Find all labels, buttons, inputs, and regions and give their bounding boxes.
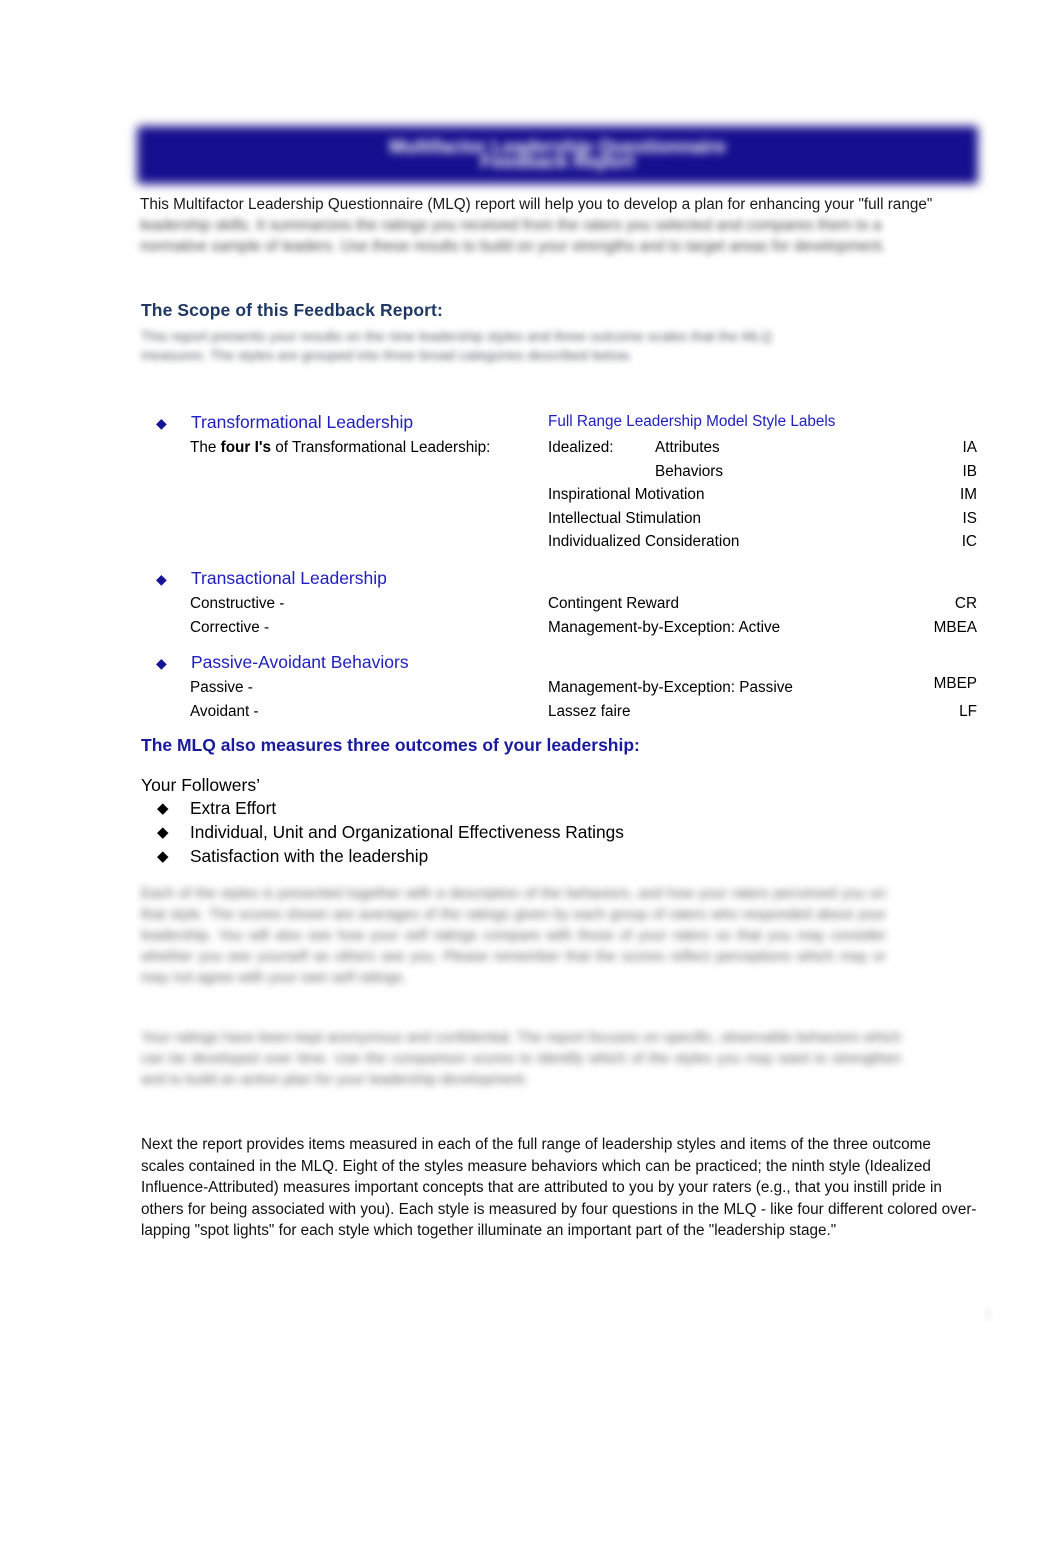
style-abbreviation: CR: [954, 595, 977, 612]
style-mid-label: Contingent Reward: [548, 595, 679, 612]
style-mid-label: Inspirational Motivation: [548, 486, 705, 503]
style-left-label: Avoidant -: [190, 703, 259, 720]
section-passive-avoidant-behaviors: ◆ Passive-Avoidant Behaviors Passive - M…: [0, 652, 1062, 726]
list-item: ◆ Extra Effort: [0, 798, 1062, 822]
section-header: ◆ Transformational Leadership Full Range…: [0, 412, 1062, 438]
section-title: Transformational Leadership: [191, 412, 414, 432]
page-number: 1: [984, 1305, 992, 1321]
style-mid-sublabel: Attributes: [655, 439, 720, 456]
section-title: Transactional Leadership: [191, 568, 387, 588]
body-final-paragraph: Next the report provides items measured …: [141, 1136, 977, 1239]
style-left-label: Passive -: [190, 679, 253, 696]
list-item-label: Individual, Unit and Organizational Effe…: [190, 822, 624, 842]
style-row: Passive - Management-by-Exception: Passi…: [0, 675, 1062, 702]
style-mid-label: Individualized Consideration: [548, 533, 740, 550]
section-title: Passive-Avoidant Behaviors: [191, 652, 409, 672]
outcomes-list: ◆ Extra Effort ◆ Individual, Unit and Or…: [0, 798, 1062, 870]
style-abbreviation: MBEP: [933, 675, 977, 692]
diamond-bullet-icon: ◆: [157, 848, 169, 865]
style-row: Behaviors IB: [0, 462, 1062, 486]
document-page: Multifactor Leadership Questionnaire Fee…: [0, 0, 1062, 1556]
outcomes-heading: The MLQ also measures three outcomes of …: [141, 735, 640, 755]
style-row: Constructive - Contingent Reward CR: [0, 594, 1062, 618]
style-left-label: Constructive -: [190, 595, 285, 612]
full-range-model-heading: Full Range Leadership Model Style Labels: [548, 413, 836, 430]
banner-title: Multifactor Leadership Questionnaire Fee…: [389, 137, 726, 173]
style-row: Inspirational Motivation IM: [0, 485, 1062, 509]
body-blurred-paragraph-2: Your ratings have been kept anonymous an…: [141, 1030, 901, 1088]
followers-label: Your Followers’: [141, 775, 260, 795]
intro-first-line: This Multifactor Leadership Questionnair…: [140, 196, 933, 213]
style-abbreviation: MBEA: [933, 618, 977, 636]
style-left-label: Corrective -: [190, 618, 270, 636]
style-row: Avoidant - Lassez faire LF: [0, 702, 1062, 726]
section-header: ◆ Transactional Leadership: [0, 568, 1062, 594]
list-item-label: Satisfaction with the leadership: [190, 846, 429, 866]
style-abbreviation: IA: [962, 439, 977, 456]
style-mid-label: Management-by-Exception: Passive: [548, 679, 793, 696]
section-transformational-leadership: ◆ Transformational Leadership Full Range…: [0, 412, 1062, 556]
report-header-banner: Multifactor Leadership Questionnaire Fee…: [137, 126, 978, 184]
style-abbreviation: LF: [959, 703, 977, 720]
style-mid-label: Lassez faire: [548, 703, 631, 720]
diamond-bullet-icon: ◆: [156, 415, 167, 431]
scope-heading: The Scope of this Feedback Report:: [141, 300, 443, 320]
diamond-bullet-icon: ◆: [156, 655, 167, 671]
style-abbreviation: IS: [962, 509, 977, 527]
style-abbreviation: IC: [961, 533, 977, 550]
diamond-bullet-icon: ◆: [156, 571, 167, 587]
style-mid-label: Intellectual Stimulation: [548, 509, 702, 527]
list-item-label: Extra Effort: [190, 798, 277, 818]
style-row: Intellectual Stimulation IS: [0, 509, 1062, 533]
intro-blurred-text: leadership skills. It summarizes the rat…: [140, 217, 886, 255]
scope-blurred-text: This report presents your results on the…: [141, 328, 773, 363]
section-header: ◆ Passive-Avoidant Behaviors: [0, 652, 1062, 678]
style-mid-label: Management-by-Exception: Active: [548, 618, 781, 636]
style-row: Individualized Consideration IC: [0, 532, 1062, 556]
style-left-label: The four I's of Transformational Leaders…: [190, 439, 491, 456]
style-mid-label: Idealized:: [548, 439, 614, 456]
style-abbreviation: IM: [960, 486, 977, 503]
list-item: ◆ Individual, Unit and Organizational Ef…: [0, 822, 1062, 846]
list-item: ◆ Satisfaction with the leadership: [0, 846, 1062, 870]
style-row: The four I's of Transformational Leaders…: [0, 438, 1062, 462]
style-row: Corrective - Management-by-Exception: Ac…: [0, 618, 1062, 642]
style-abbreviation: IB: [962, 462, 977, 480]
section-transactional-leadership: ◆ Transactional Leadership Constructive …: [0, 568, 1062, 641]
body-blurred-paragraph-1: Each of the styles is presented together…: [141, 886, 886, 986]
diamond-bullet-icon: ◆: [157, 800, 169, 817]
diamond-bullet-icon: ◆: [157, 824, 169, 841]
style-mid-sublabel: Behaviors: [655, 462, 724, 480]
